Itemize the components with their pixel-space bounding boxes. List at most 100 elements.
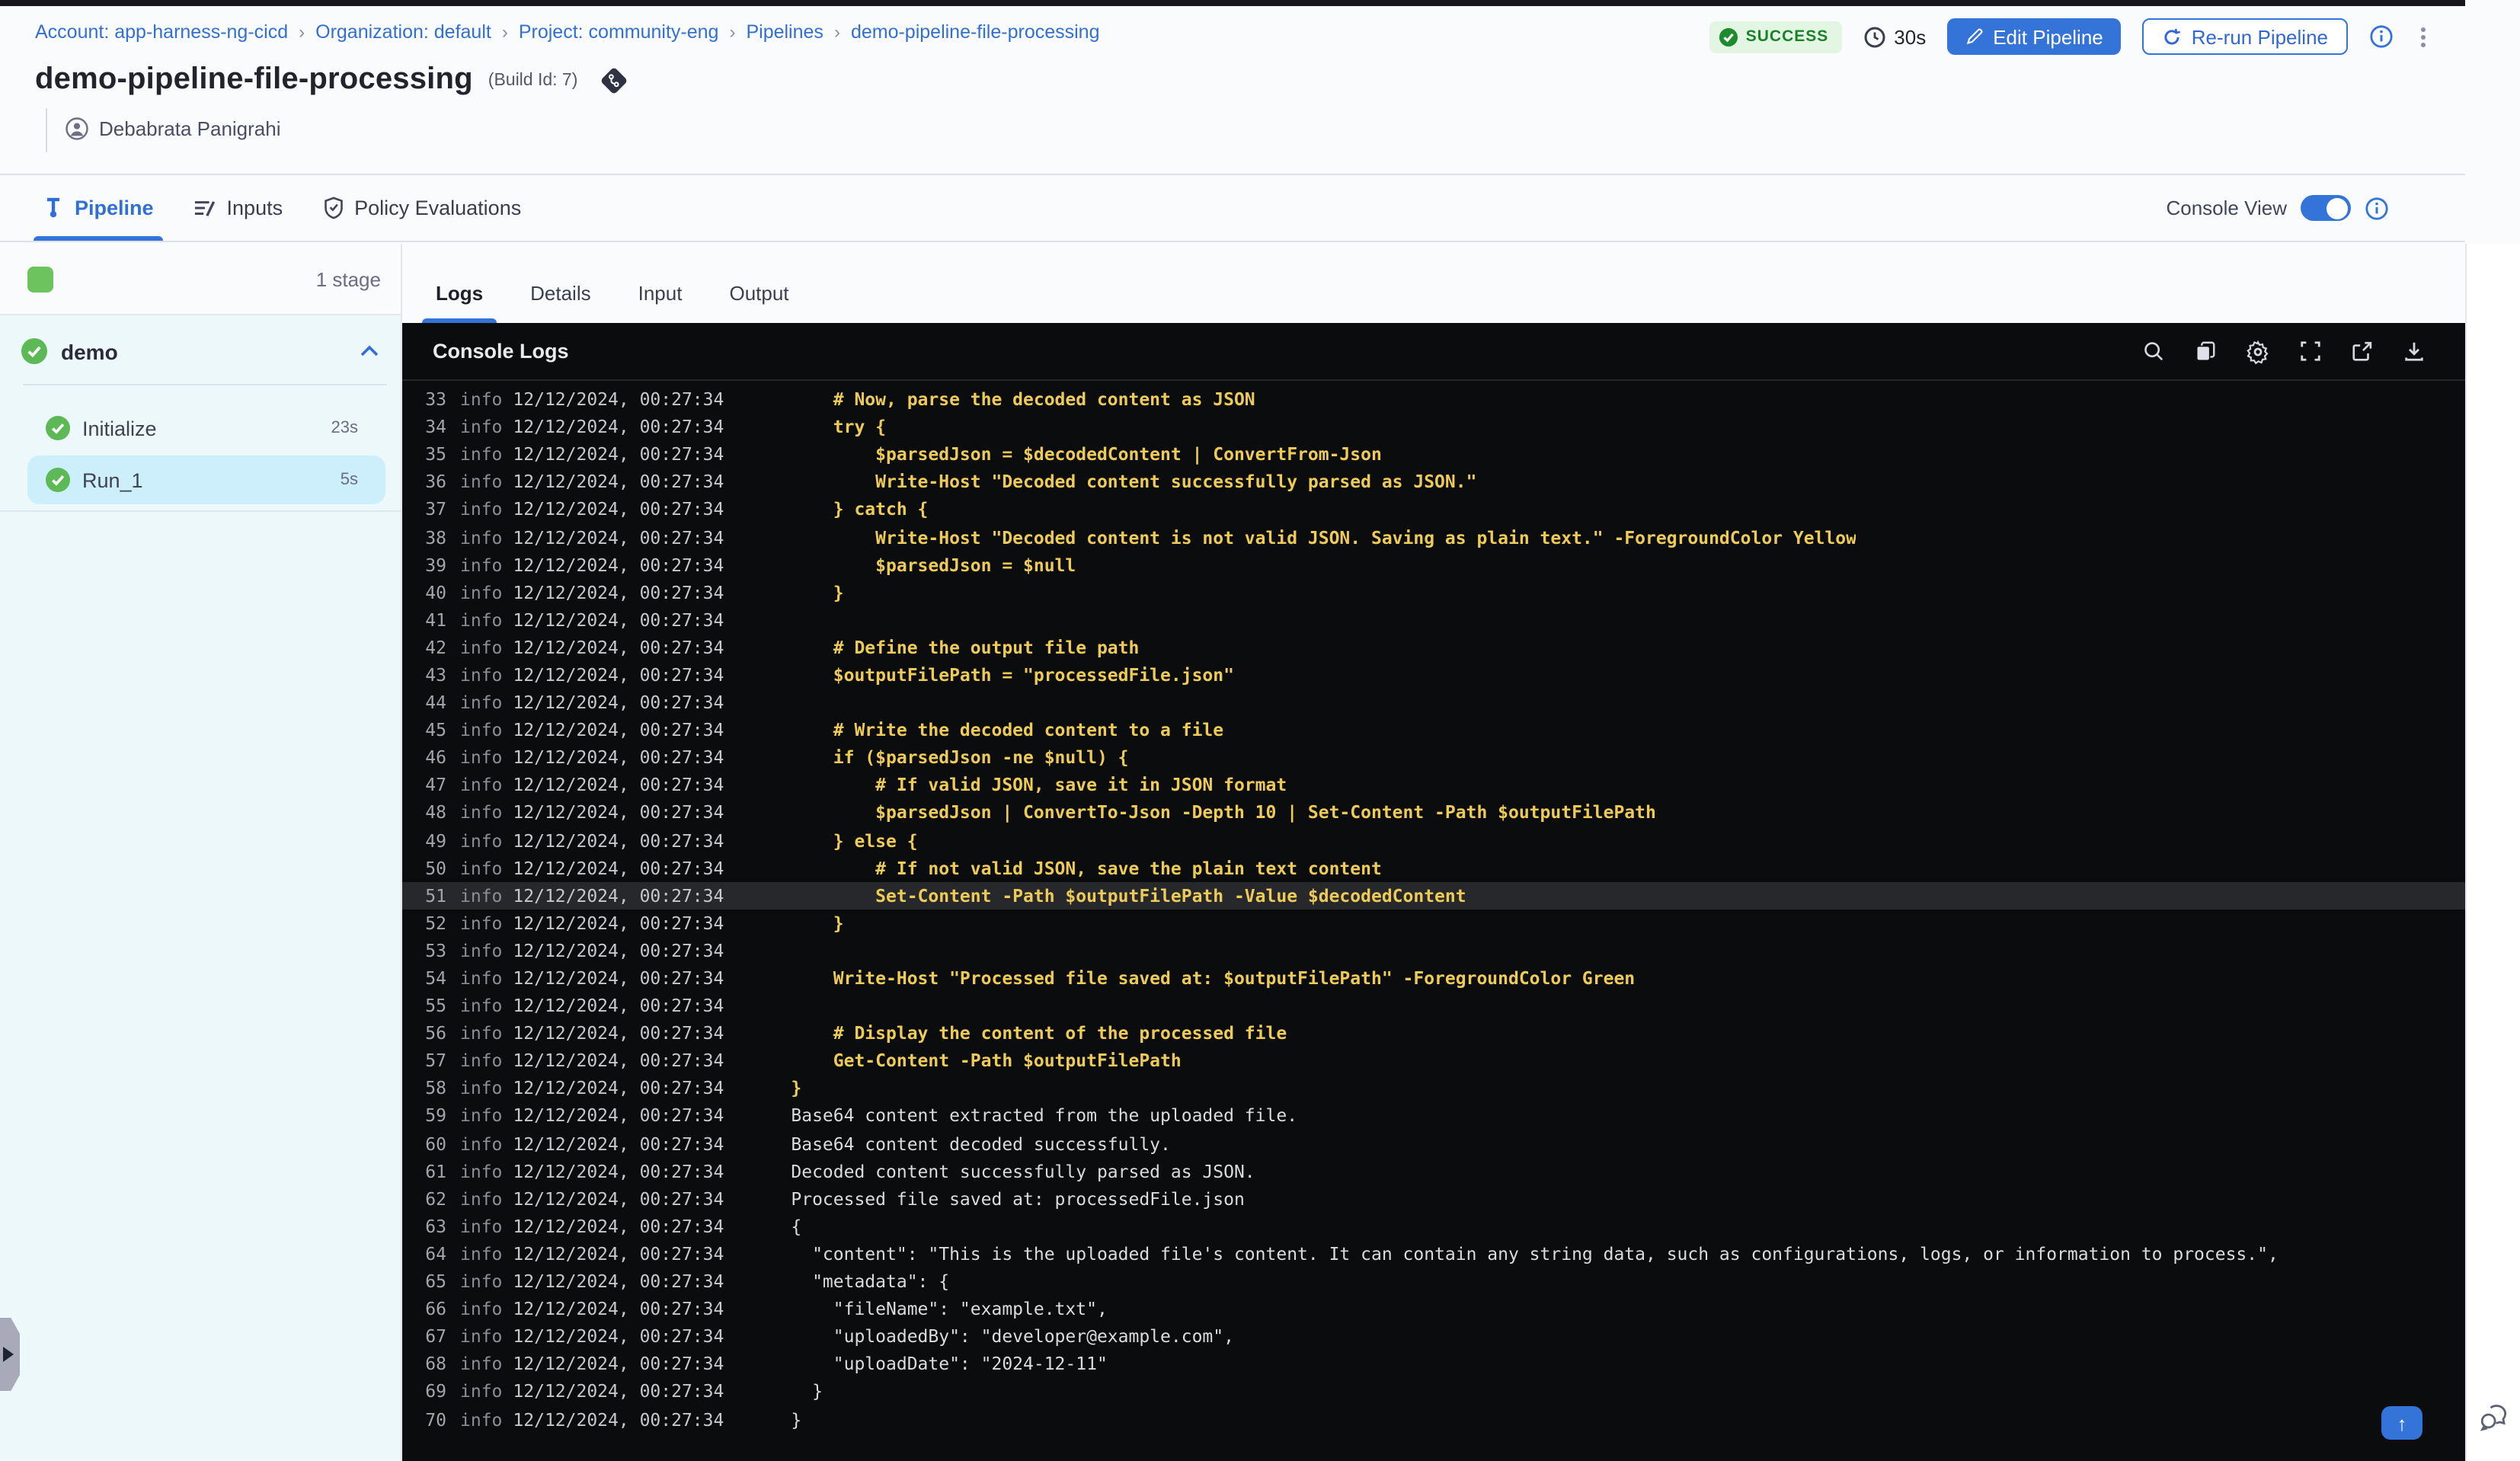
- breadcrumb-separator: ›: [729, 21, 736, 43]
- log-timestamp: 12/12/2024, 00:27:34: [513, 554, 724, 576]
- log-row: 67 info 12/12/2024, 00:27:34 "uploadedBy…: [402, 1322, 2465, 1350]
- more-options-menu[interactable]: [2415, 24, 2432, 50]
- search-icon[interactable]: [2142, 340, 2165, 363]
- log-level: info: [460, 526, 503, 548]
- log-line-number: 37: [425, 498, 446, 520]
- log-message: # Define the output file path: [791, 636, 1140, 658]
- log-row: 61 info 12/12/2024, 00:27:34 Decoded con…: [402, 1157, 2465, 1184]
- step-row[interactable]: Run_1 5s: [27, 456, 385, 504]
- step-duration: 23s: [331, 419, 359, 437]
- log-message: Set-Content -Path $outputFilePath -Value…: [791, 884, 1466, 906]
- harness-pipeline-execution-page: Account: app-harness-ng-cicd › Organizati…: [0, 0, 2520, 1461]
- log-tab[interactable]: Details: [527, 282, 594, 323]
- log-timestamp: 12/12/2024, 00:27:34: [513, 1298, 724, 1320]
- log-line-number: 39: [425, 554, 446, 576]
- page-title: demo-pipeline-file-processing: [35, 62, 473, 96]
- duration: 30s: [1863, 25, 1926, 48]
- log-level: info: [460, 1133, 503, 1155]
- breadcrumb-link[interactable]: Pipelines ›: [746, 21, 839, 43]
- git-commit-icon[interactable]: [599, 65, 629, 95]
- log-line-number: 67: [425, 1325, 446, 1348]
- download-icon[interactable]: [2403, 340, 2426, 363]
- breadcrumb-link[interactable]: Account: app-harness-ng-cicd ›: [35, 21, 305, 43]
- tab-inputs[interactable]: Inputs: [193, 175, 283, 241]
- log-timestamp: 12/12/2024, 00:27:34: [513, 857, 724, 879]
- rerun-pipeline-button[interactable]: Re-run Pipeline: [2142, 18, 2348, 55]
- tab-pipeline[interactable]: Pipeline: [34, 175, 163, 241]
- log-line-number: 36: [425, 471, 446, 493]
- page-header: Account: app-harness-ng-cicd › Organizati…: [0, 0, 2520, 175]
- log-timestamp: 12/12/2024, 00:27:34: [513, 912, 724, 934]
- log-tab[interactable]: Logs: [421, 282, 497, 323]
- log-level: info: [460, 884, 503, 906]
- console-view-info-icon[interactable]: [2365, 196, 2389, 220]
- copy-icon[interactable]: [2194, 340, 2217, 363]
- tab-inputs-label: Inputs: [226, 197, 283, 219]
- log-row: 39 info 12/12/2024, 00:27:34 $parsedJson…: [402, 551, 2465, 578]
- log-line-number: 62: [425, 1188, 446, 1210]
- log-row: 38 info 12/12/2024, 00:27:34 Write-Host …: [402, 523, 2465, 551]
- log-timestamp: 12/12/2024, 00:27:34: [513, 609, 724, 631]
- breadcrumb-link[interactable]: demo-pipeline-file-processing›: [851, 21, 1100, 43]
- log-row: 65 info 12/12/2024, 00:27:34 "metadata":…: [402, 1268, 2465, 1295]
- edit-pipeline-button[interactable]: Edit Pipeline: [1947, 18, 2122, 55]
- log-level: info: [460, 471, 503, 493]
- log-timestamp: 12/12/2024, 00:27:34: [513, 443, 724, 465]
- log-row: 36 info 12/12/2024, 00:27:34 Write-Host …: [402, 468, 2465, 496]
- log-timestamp: 12/12/2024, 00:27:34: [513, 416, 724, 438]
- log-timestamp: 12/12/2024, 00:27:34: [513, 746, 724, 769]
- right-rail: [2465, 244, 2520, 1461]
- log-message: }: [791, 1380, 823, 1402]
- console-column: Logs Details Input Output Console Logs 3…: [402, 244, 2465, 1461]
- breadcrumb-link[interactable]: Project: community-eng ›: [519, 21, 736, 43]
- log-level: info: [460, 774, 503, 796]
- step-duration: 5s: [340, 471, 358, 489]
- log-message: $outputFilePath = "processedFile.json": [791, 663, 1234, 686]
- log-line-number: 59: [425, 1105, 446, 1127]
- fullscreen-icon[interactable]: [2299, 340, 2322, 363]
- main-content: 1 stage demo Initialize 23s Run_1 5s Log…: [0, 244, 2520, 1461]
- log-line-number: 57: [425, 1050, 446, 1072]
- support-chat-icon[interactable]: [2477, 1400, 2511, 1434]
- stages-sidebar: 1 stage demo Initialize 23s Run_1 5s: [0, 244, 402, 1461]
- log-timestamp: 12/12/2024, 00:27:34: [513, 581, 724, 603]
- log-line-number: 41: [425, 609, 446, 631]
- settings-gear-icon[interactable]: [2246, 339, 2270, 363]
- log-level: info: [460, 416, 503, 438]
- log-line-number: 33: [425, 388, 446, 411]
- console-view-toggle[interactable]: [2301, 195, 2351, 221]
- expand-panel-handle[interactable]: [0, 1318, 20, 1391]
- tab-pipeline-label: Pipeline: [75, 197, 154, 219]
- step-row[interactable]: Initialize 23s: [0, 404, 385, 452]
- log-timestamp: 12/12/2024, 00:27:34: [513, 1133, 724, 1155]
- log-row: 59 info 12/12/2024, 00:27:34 Base64 cont…: [402, 1102, 2465, 1130]
- breadcrumb-link[interactable]: Organization: default ›: [315, 21, 508, 43]
- console-view-control: Console View: [2166, 195, 2465, 221]
- clock-icon: [1864, 26, 1885, 47]
- arrow-up-icon: ↑: [2397, 1411, 2407, 1434]
- log-line-number: 70: [425, 1408, 446, 1431]
- scroll-to-top-button[interactable]: ↑: [2381, 1406, 2422, 1440]
- tab-policy-evaluations-label: Policy Evaluations: [354, 197, 522, 219]
- log-message: }: [791, 912, 844, 934]
- log-timestamp: 12/12/2024, 00:27:34: [513, 1215, 724, 1237]
- log-tab[interactable]: Output: [726, 282, 791, 323]
- stage-count-label: 1 stage: [315, 267, 381, 290]
- log-row: 52 info 12/12/2024, 00:27:34 }: [402, 910, 2465, 937]
- log-row: 57 info 12/12/2024, 00:27:34 Get-Content…: [402, 1047, 2465, 1075]
- open-in-new-icon[interactable]: [2351, 340, 2374, 363]
- rerun-info-icon[interactable]: [2369, 24, 2394, 49]
- log-row: 40 info 12/12/2024, 00:27:34 }: [402, 578, 2465, 606]
- log-row: 54 info 12/12/2024, 00:27:34 Write-Host …: [402, 964, 2465, 992]
- breadcrumb-separator: ›: [501, 21, 508, 43]
- log-row: 45 info 12/12/2024, 00:27:34 # Write the…: [402, 716, 2465, 743]
- log-timestamp: 12/12/2024, 00:27:34: [513, 663, 724, 686]
- log-row: 53 info 12/12/2024, 00:27:34: [402, 937, 2465, 964]
- log-line-number: 38: [425, 526, 446, 548]
- chevron-up-icon[interactable]: [360, 344, 379, 358]
- log-row: 41 info 12/12/2024, 00:27:34: [402, 606, 2465, 634]
- log-level: info: [460, 609, 503, 631]
- stage-group-header[interactable]: demo: [0, 315, 401, 384]
- tab-policy-evaluations[interactable]: Policy Evaluations: [322, 175, 521, 241]
- log-tab[interactable]: Input: [635, 282, 686, 323]
